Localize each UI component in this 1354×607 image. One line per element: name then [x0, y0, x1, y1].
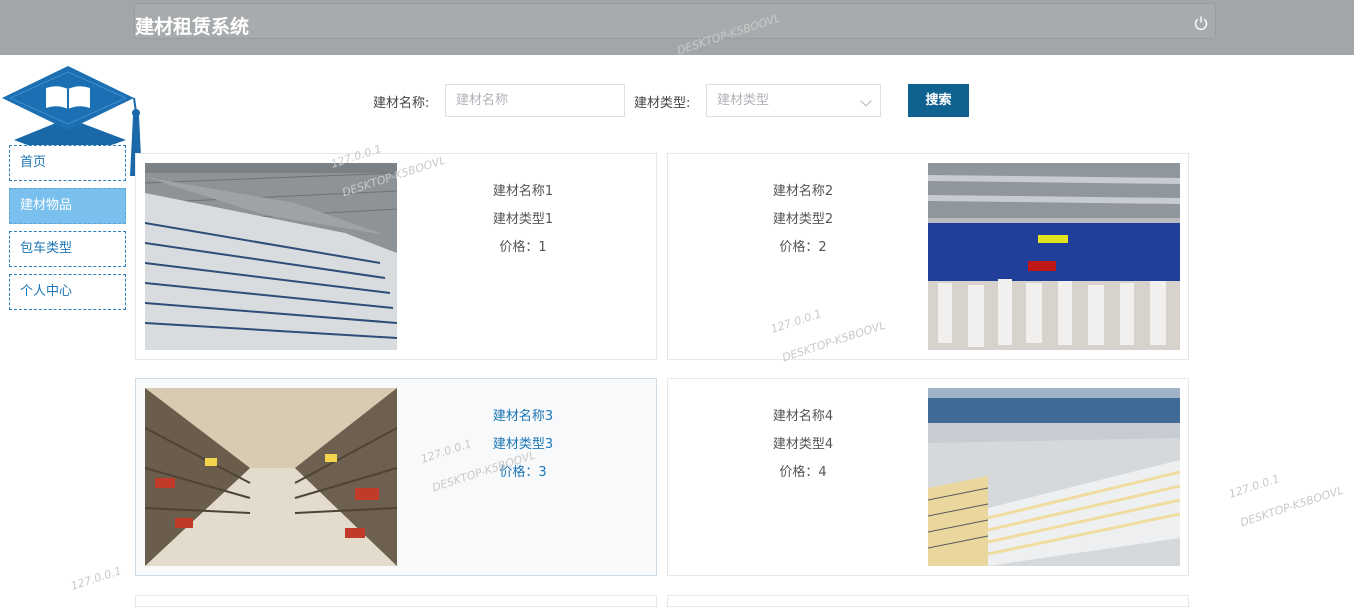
material-name-input[interactable]: 建材名称 [445, 84, 625, 117]
material-photo [145, 163, 397, 350]
material-card[interactable] [667, 595, 1189, 607]
material-name-label: 建材名称: [373, 96, 430, 111]
material-name: 建材名称3 [492, 409, 554, 424]
material-type-select[interactable]: 建材类型 [706, 84, 881, 117]
material-info: 建材名称4 建材类型4 价格：4 [678, 407, 928, 491]
material-type-label: 建材类型: [634, 96, 691, 111]
material-info: 建材名称3 建材类型3 价格：3 [398, 407, 648, 491]
material-name: 建材名称2 [772, 184, 834, 199]
sidebar: 首页 建材物品 包车类型 个人中心 [9, 145, 126, 317]
material-type-placeholder: 建材类型 [717, 93, 770, 108]
material-price: 价格：2 [779, 240, 827, 255]
material-info: 建材名称1 建材类型1 价格：1 [398, 182, 648, 266]
sidebar-item-materials[interactable]: 建材物品 [9, 188, 126, 224]
sidebar-item-profile[interactable]: 个人中心 [9, 274, 126, 310]
material-card[interactable]: 建材名称2 建材类型2 价格：2 [667, 153, 1189, 360]
material-type: 建材类型2 [772, 212, 834, 227]
chevron-down-icon [860, 95, 872, 107]
material-price: 价格：4 [779, 465, 827, 480]
power-icon[interactable] [1193, 15, 1209, 31]
sidebar-item-vehicle-types[interactable]: 包车类型 [9, 231, 126, 267]
material-photo [928, 388, 1180, 566]
top-bar: 建材租赁系统 [0, 0, 1354, 55]
material-name: 建材名称4 [772, 409, 834, 424]
watermark-ip: 127.0.0.1 [1227, 472, 1282, 501]
watermark-ip: 127.0.0.1 [69, 564, 124, 593]
title-box: 建材租赁系统 [134, 3, 1216, 39]
material-type: 建材类型4 [772, 437, 834, 452]
material-card[interactable] [135, 595, 657, 607]
material-card[interactable]: 建材名称4 建材类型4 价格：4 [667, 378, 1189, 576]
material-card[interactable]: 建材名称3 建材类型3 价格：3 [135, 378, 657, 576]
sidebar-item-home[interactable]: 首页 [9, 145, 126, 181]
material-price: 价格：3 [499, 465, 547, 480]
material-info: 建材名称2 建材类型2 价格：2 [678, 182, 928, 266]
search-button[interactable]: 搜索 [908, 84, 969, 117]
material-type: 建材类型1 [492, 212, 554, 227]
material-name: 建材名称1 [492, 184, 554, 199]
material-photo [928, 163, 1180, 350]
material-card[interactable]: 建材名称1 建材类型1 价格：1 [135, 153, 657, 360]
app-title: 建材租赁系统 [135, 16, 250, 38]
material-type: 建材类型3 [492, 437, 554, 452]
material-photo [145, 388, 397, 566]
search-bar: 建材名称: 建材名称 建材类型: 建材类型 搜索 [0, 84, 1354, 117]
material-price: 价格：1 [499, 240, 547, 255]
watermark-host: DESKTOP-K5BOOVL [1238, 483, 1346, 530]
